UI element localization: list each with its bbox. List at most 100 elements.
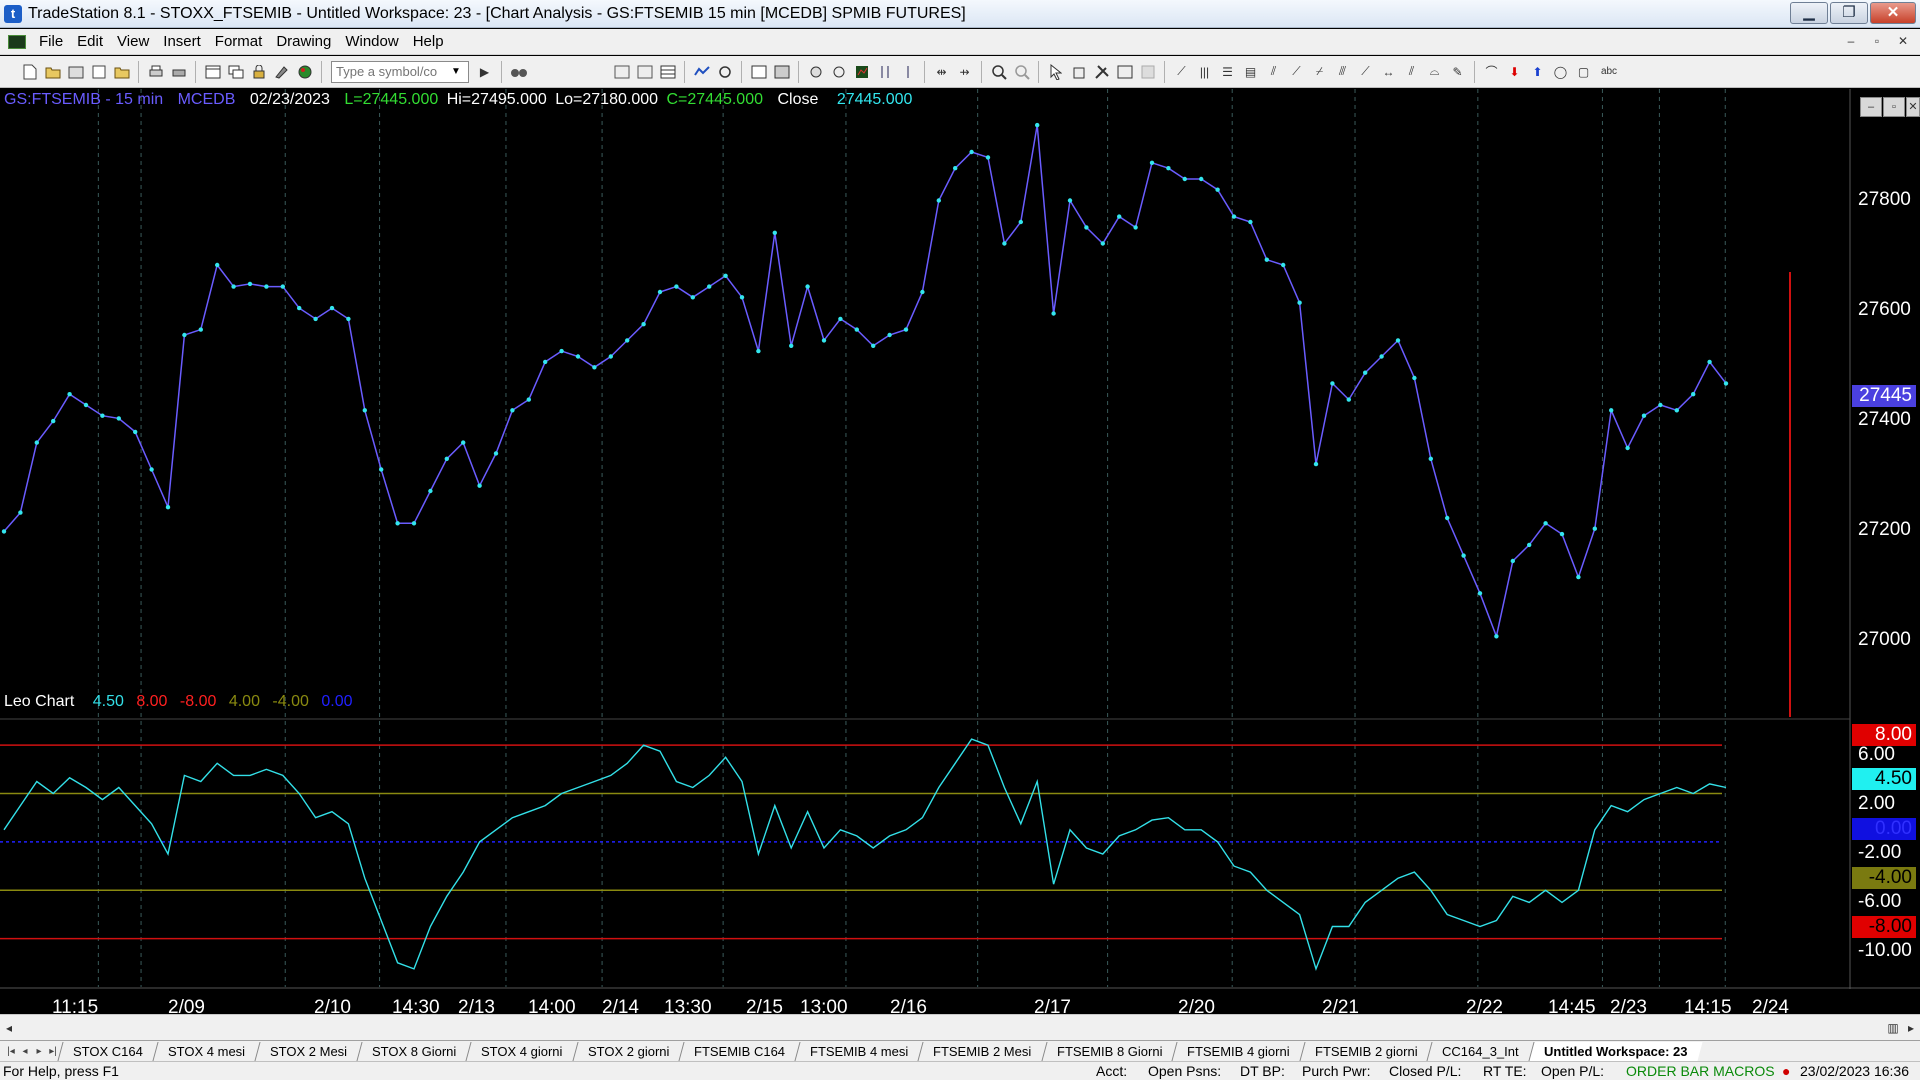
new-icon[interactable] [20,62,39,81]
workspace-tab[interactable]: STOX C164 [57,1041,158,1061]
ohlc-icon[interactable] [898,62,917,81]
scroll-right-icon[interactable]: ▸ [1902,1021,1920,1035]
horizontal-scrollbar[interactable]: ◂ ▥ ▸ [0,1014,1920,1040]
arrow-down-icon[interactable]: ⬇ [1505,62,1524,81]
andrews-pitchfork-icon[interactable]: ⫻ [1333,62,1352,81]
channel-icon[interactable]: ▤ [1241,62,1260,81]
matrix-icon[interactable] [658,62,677,81]
symbol-input[interactable] [332,64,446,79]
window-icon[interactable] [203,62,222,81]
gann-icon[interactable]: ⌿ [1310,62,1329,81]
document-icon[interactable] [8,34,26,49]
refresh-icon[interactable] [715,62,734,81]
workspace-tab[interactable]: STOX 2 Mesi [254,1041,362,1061]
restore-button[interactable]: ❐ [1830,2,1868,24]
lock-icon[interactable] [249,62,268,81]
workspace-tab[interactable]: CC164_3_Int [1426,1041,1534,1061]
vertical-lines-icon[interactable]: ||| [1195,62,1214,81]
workspace-tab[interactable]: FTSEMIB 4 mesi [794,1041,923,1061]
mdi-restore-button[interactable]: ▫ [1866,32,1888,51]
bar-chart-icon[interactable] [852,62,871,81]
print-icon[interactable] [146,62,165,81]
workspace-tab[interactable]: FTSEMIB 8 Giorni [1041,1041,1177,1061]
save-all-icon[interactable] [112,62,131,81]
mdi-minimize-button[interactable]: – [1840,32,1862,51]
tab-next-button[interactable]: ▸ [32,1046,46,1057]
alarm-icon[interactable] [806,62,825,81]
curve-icon[interactable]: ⌒ [1482,62,1501,81]
workspace-tab-active[interactable]: Untitled Workspace: 23 [1528,1041,1703,1061]
chart-canvas[interactable] [0,89,1920,1014]
chart-restore-button[interactable]: ▫ [1883,97,1905,117]
workspace-tab[interactable]: FTSEMIB 2 Mesi [917,1041,1047,1061]
scroll-thumb[interactable]: ▥ [1884,1021,1902,1035]
play-icon[interactable]: ▶ [475,62,494,81]
tab-label: FTSEMIB 8 Giorni [1056,1043,1163,1059]
open-icon[interactable] [43,62,62,81]
workspace-tab[interactable]: FTSEMIB C164 [678,1041,800,1061]
paint-icon[interactable] [272,62,291,81]
data-window-icon[interactable] [772,62,791,81]
menu-window[interactable]: Window [338,33,405,50]
close-button[interactable]: ✕ [1870,2,1916,24]
disabled-icon[interactable] [1138,62,1157,81]
speed-lines-icon[interactable]: ⟋ [1287,62,1306,81]
scroll-left-icon[interactable]: ◂ [0,1021,18,1035]
menu-file[interactable]: File [32,33,70,50]
parallel-lines-icon[interactable]: ⫽ [1402,62,1421,81]
arrow-up-icon[interactable]: ⬆ [1528,62,1547,81]
status-macros[interactable]: ORDER BAR MACROS [1626,1063,1775,1079]
tab-first-button[interactable]: |◂ [4,1046,18,1057]
pencil-icon[interactable]: ✎ [1448,62,1467,81]
rectangle-icon[interactable]: ▢ [1574,62,1593,81]
menu-edit[interactable]: Edit [70,33,110,50]
ellipse-icon[interactable]: ◯ [1551,62,1570,81]
chart-analysis-window[interactable]: GS:FTSEMIB - 15 min MCEDB 02/23/2023 L=2… [0,89,1920,1024]
arc-icon[interactable]: ⌓ [1425,62,1444,81]
zoom-in-icon[interactable] [989,62,1008,81]
mdi-close-button[interactable]: ✕ [1892,32,1914,51]
tools-icon[interactable] [1092,62,1111,81]
print-preview-icon[interactable] [169,62,188,81]
zoom-y-icon[interactable]: ⇸ [955,62,974,81]
menu-help[interactable]: Help [406,33,451,50]
workspace-icon[interactable] [749,62,768,81]
order-icon[interactable] [1115,62,1134,81]
workspace-tab[interactable]: STOX 4 giorni [465,1041,578,1061]
zoom-x-icon[interactable]: ⇹ [932,62,951,81]
fib-fan-icon[interactable]: ⟋ [1356,62,1375,81]
menu-format[interactable]: Format [208,33,270,50]
radar-icon[interactable] [635,62,654,81]
save-icon[interactable] [89,62,108,81]
binoculars-icon[interactable] [509,62,528,81]
globe-icon[interactable] [295,62,314,81]
trendline-icon[interactable]: ⟋ [1172,62,1191,81]
zoom-out-icon[interactable] [1012,62,1031,81]
chart-icon[interactable] [612,62,631,81]
workspace-tab[interactable]: STOX 8 Giorni [356,1041,471,1061]
workspace-tab[interactable]: FTSEMIB 2 giorni [1299,1041,1432,1061]
workspace-tab[interactable]: FTSEMIB 4 giorni [1171,1041,1305,1061]
candlestick-icon[interactable] [875,62,894,81]
workspace-tab[interactable]: STOX 2 giorni [572,1041,684,1061]
tab-prev-button[interactable]: ◂ [18,1046,32,1057]
hand-icon[interactable] [1069,62,1088,81]
menu-insert[interactable]: Insert [156,33,208,50]
horizontal-arrow-icon[interactable]: ↔ [1379,62,1398,81]
horizontal-lines-icon[interactable]: ☰ [1218,62,1237,81]
open-workspace-icon[interactable] [66,62,85,81]
chart-minimize-button[interactable]: – [1860,97,1882,117]
symbol-combobox[interactable]: ▼ [331,60,469,83]
fan-icon[interactable]: ⫽ [1264,62,1283,81]
pointer-icon[interactable] [1046,62,1065,81]
menu-view[interactable]: View [110,33,156,50]
abc-icon[interactable]: abc [1597,62,1621,81]
chart-close-button[interactable]: ✕ [1906,97,1920,117]
radar-screen-icon[interactable] [829,62,848,81]
scanner-icon[interactable] [692,62,711,81]
cascade-icon[interactable] [226,62,245,81]
minimize-button[interactable]: ▁ [1790,2,1828,24]
chevron-down-icon[interactable]: ▼ [446,66,466,77]
menu-drawing[interactable]: Drawing [269,33,338,50]
workspace-tab[interactable]: STOX 4 mesi [152,1041,260,1061]
